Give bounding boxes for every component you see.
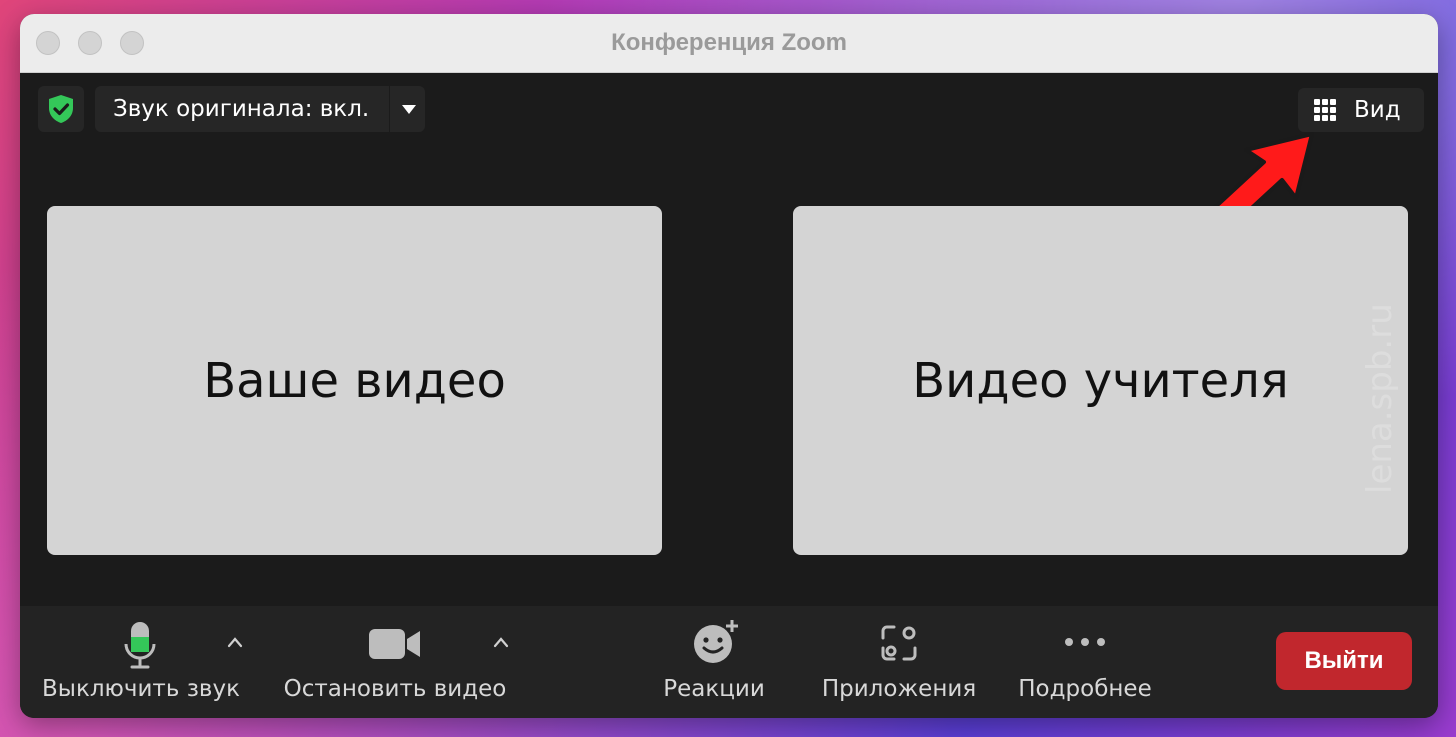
apps-label: Приложения: [821, 676, 977, 702]
divider: [389, 86, 390, 132]
zoom-meeting-window: Конференция Zoom Звук оригинала: вкл. Ви…: [20, 14, 1438, 718]
more-label: Подробнее: [1018, 676, 1152, 702]
tile-label: Видео учителя: [912, 352, 1289, 409]
view-button[interactable]: Вид: [1298, 88, 1424, 132]
stop-video-label: Остановить видео: [283, 676, 507, 702]
ellipsis-icon: [1065, 638, 1105, 646]
original-sound-control: Звук оригинала: вкл.: [95, 86, 425, 132]
caret-down-icon[interactable]: [402, 105, 416, 114]
reactions-label: Реакции: [663, 676, 765, 702]
your-video-tile[interactable]: Ваше видео: [47, 206, 662, 555]
video-options-chevron-up-icon[interactable]: [493, 636, 509, 648]
security-button[interactable]: [38, 86, 84, 132]
video-camera-icon: [369, 629, 420, 659]
smiley-plus-icon: [694, 620, 738, 663]
title-bar: Конференция Zoom: [20, 14, 1438, 73]
more-button[interactable]: Подробнее: [1012, 606, 1158, 718]
tile-label: Ваше видео: [203, 352, 506, 409]
reactions-button[interactable]: Реакции: [654, 606, 774, 718]
apps-icon: [881, 625, 917, 661]
meeting-toolbar: Выключить звук Остановить видео Реакции …: [20, 606, 1438, 718]
window-title: Конференция Zoom: [611, 29, 847, 56]
leave-button[interactable]: Выйти: [1276, 632, 1412, 690]
original-sound-button[interactable]: Звук оригинала: вкл.: [113, 86, 369, 132]
grid-icon: [1314, 99, 1336, 121]
apps-button[interactable]: Приложения: [814, 606, 984, 718]
microphone-icon: [124, 622, 156, 669]
mute-button[interactable]: Выключить звук: [36, 606, 246, 718]
mute-label: Выключить звук: [42, 676, 240, 702]
stop-video-button[interactable]: Остановить видео: [275, 606, 515, 718]
watermark: lena.spb.ru: [1360, 303, 1400, 494]
shield-check-icon: [49, 95, 73, 123]
teacher-video-tile[interactable]: Видео учителя: [793, 206, 1408, 555]
view-label: Вид: [1354, 97, 1401, 123]
audio-options-chevron-up-icon[interactable]: [227, 636, 243, 648]
